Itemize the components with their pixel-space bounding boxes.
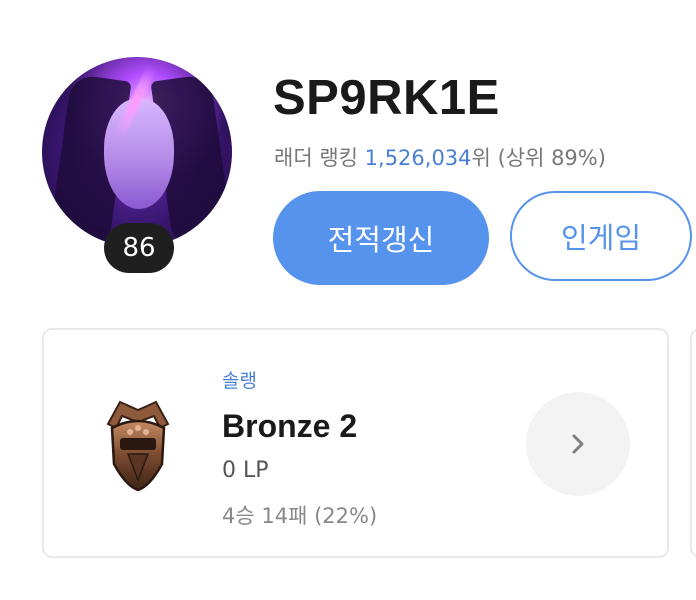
ladder-top-percent: (상위 89%) bbox=[497, 146, 606, 170]
rank-detail-button[interactable] bbox=[526, 392, 630, 496]
profile-avatar-container[interactable]: 86 bbox=[42, 57, 232, 273]
next-rank-card-edge[interactable] bbox=[690, 328, 696, 558]
solo-rank-card[interactable]: 솔랭 Bronze 2 0 LP 4승 14패 (22%) bbox=[42, 328, 669, 558]
ladder-label: 래더 랭킹 bbox=[274, 146, 358, 170]
win-loss-record: 4승 14패 (22%) bbox=[222, 504, 378, 528]
level-badge: 86 bbox=[104, 223, 174, 273]
ladder-rank-suffix: 위 bbox=[471, 146, 491, 170]
ladder-rank-number: 1,526,034 bbox=[364, 146, 472, 170]
summoner-name: SP9RK1E bbox=[273, 71, 500, 125]
refresh-stats-button[interactable]: 전적갱신 bbox=[273, 191, 489, 285]
avatar-face bbox=[104, 99, 174, 209]
league-points: 0 LP bbox=[222, 458, 269, 483]
ladder-ranking: 래더 랭킹 1,526,034위 (상위 89%) bbox=[274, 142, 606, 172]
ingame-button[interactable]: 인게임 bbox=[510, 191, 692, 281]
chevron-right-icon bbox=[572, 434, 584, 454]
profile-icon-image[interactable] bbox=[42, 57, 232, 247]
tier-label: Bronze 2 bbox=[222, 408, 358, 444]
bronze-emblem-icon bbox=[106, 400, 170, 492]
queue-type-label: 솔랭 bbox=[222, 370, 257, 392]
